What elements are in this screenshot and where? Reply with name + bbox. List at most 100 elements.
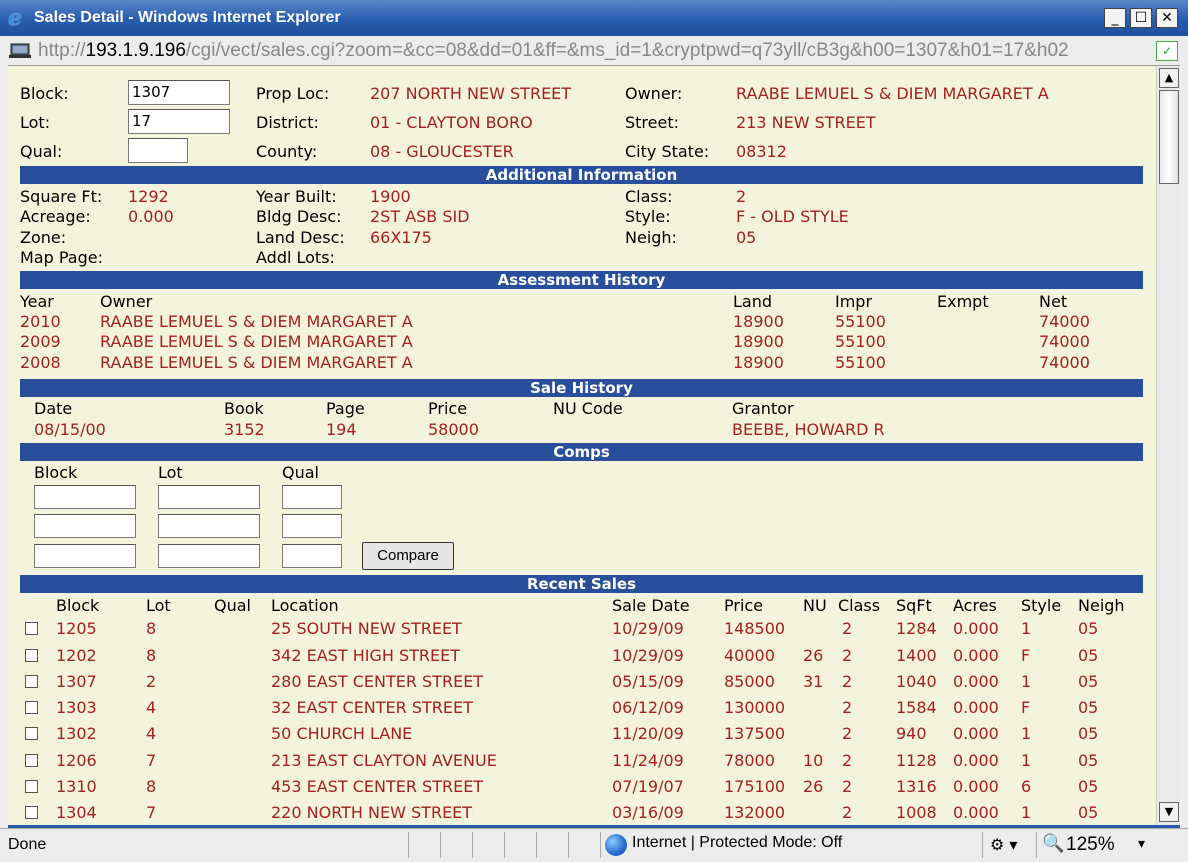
acreage-value: 0.000 [128, 207, 174, 226]
bldgdesc-value: 2ST ASB SID [370, 207, 470, 226]
neigh-value: 05 [736, 228, 757, 247]
recent-sale-saledate: 10/29/09 [612, 646, 684, 665]
rss-icon[interactable]: ✓ [1156, 41, 1178, 61]
recent-sale-price: 148500 [724, 619, 786, 638]
scroll-thumb[interactable] [1159, 90, 1179, 184]
district-label: District: [256, 113, 319, 132]
recent-sale-class: 2 [842, 777, 853, 796]
assessment-land: 18900 [733, 312, 784, 331]
comps-col-lot: Lot [158, 463, 183, 482]
neigh-label: Neigh: [625, 228, 677, 247]
recent-sale-location: 342 EAST HIGH STREET [271, 646, 460, 665]
recent-sale-lot: 2 [146, 672, 157, 691]
url-path: /cgi/vect/sales.cgi?zoom=&cc=08&dd=01&ff… [185, 40, 1069, 61]
maximize-button[interactable]: ☐ [1130, 8, 1152, 28]
scroll-down-arrow-icon[interactable]: ▼ [1159, 802, 1179, 822]
assessment-net: 74000 [1039, 353, 1090, 372]
recent-sale-checkbox[interactable] [25, 727, 38, 740]
status-text: Done [8, 836, 47, 853]
window-title: Sales Detail - Windows Internet Explorer [34, 9, 341, 26]
assessment-year: 2010 [20, 312, 61, 331]
comp-block-input[interactable] [34, 514, 136, 538]
vertical-scrollbar[interactable]: ▲ ▼ [1156, 66, 1180, 825]
citystate-label: City State: [625, 142, 710, 161]
zoom-dropdown-icon[interactable]: ▾ [1138, 836, 1145, 852]
proploc-label: Prop Loc: [256, 84, 330, 103]
popup-blocker-icon[interactable]: ⚙ ▾ [990, 835, 1017, 854]
recent-sale-nu: 26 [803, 646, 824, 665]
sale-grantor: BEEBE, HOWARD R [732, 420, 885, 439]
block-input[interactable]: 1307 [128, 80, 230, 105]
county-value: 08 - GLOUCESTER [370, 142, 514, 161]
compare-button[interactable]: Compare [362, 542, 454, 570]
recent-sale-checkbox[interactable] [25, 622, 38, 635]
recent-sale-class: 2 [842, 698, 853, 717]
assessment-net: 74000 [1039, 312, 1090, 331]
assessment-history-header: Assessment History [20, 271, 1143, 289]
recent-sale-neigh: 05 [1078, 777, 1099, 796]
comps-col-qual: Qual [282, 463, 319, 482]
sale-price: 58000 [428, 420, 479, 439]
comp-block-input[interactable] [34, 544, 136, 568]
recent-sale-price: 175100 [724, 777, 786, 796]
additional-info-header: Additional Information [20, 166, 1143, 184]
comp-lot-input[interactable] [158, 514, 260, 538]
address-bar: http://193.1.9.196/cgi/vect/sales.cgi?zo… [0, 36, 1188, 66]
comp-qual-input[interactable] [282, 514, 342, 538]
recent-sale-sqft: 1284 [896, 619, 937, 638]
recent-sale-neigh: 05 [1078, 646, 1099, 665]
comp-lot-input[interactable] [158, 544, 260, 568]
url-field[interactable]: http://193.1.9.196/cgi/vect/sales.cgi?zo… [38, 40, 1150, 62]
comp-block-input[interactable] [34, 485, 136, 509]
zoom-icon[interactable]: 🔍 [1042, 833, 1064, 854]
recent-sale-price: 78000 [724, 751, 775, 770]
recent-col-qual: Qual [214, 596, 251, 615]
acreage-label: Acreage: [20, 207, 91, 226]
comp-qual-input[interactable] [282, 544, 342, 568]
mappage-label: Map Page: [20, 248, 103, 267]
recent-sale-acres: 0.000 [953, 619, 999, 638]
recent-sale-nu: 26 [803, 777, 824, 796]
recent-sale-checkbox[interactable] [25, 754, 38, 767]
comp-lot-input[interactable] [158, 485, 260, 509]
recent-sale-sqft: 1008 [896, 803, 937, 822]
recent-sale-acres: 0.000 [953, 724, 999, 743]
qual-input[interactable] [128, 138, 188, 163]
recent-col-sqft: SqFt [896, 596, 932, 615]
recent-sale-neigh: 05 [1078, 724, 1099, 743]
assessment-col-land: Land [733, 292, 773, 311]
style-value: F - OLD STYLE [736, 207, 849, 226]
assessment-owner: RAABE LEMUEL S & DIEM MARGARET A [100, 353, 413, 372]
recent-sale-checkbox[interactable] [25, 649, 38, 662]
recent-sale-checkbox[interactable] [25, 675, 38, 688]
recent-col-price: Price [724, 596, 764, 615]
recent-sale-lot: 8 [146, 777, 157, 796]
zoom-level[interactable]: 125% [1066, 834, 1115, 856]
recent-sale-neigh: 05 [1078, 803, 1099, 822]
recent-sale-nu: 10 [803, 751, 824, 770]
recent-col-lot: Lot [146, 596, 171, 615]
recent-sale-checkbox[interactable] [25, 701, 38, 714]
recent-col-acres: Acres [953, 596, 997, 615]
yearbuilt-label: Year Built: [256, 187, 337, 206]
minimize-button[interactable]: _ [1104, 8, 1126, 28]
landdesc-value: 66X175 [370, 228, 432, 247]
recent-sale-lot: 8 [146, 619, 157, 638]
title-bar: e Sales Detail - Windows Internet Explor… [0, 0, 1188, 36]
lot-input[interactable]: 17 [128, 109, 230, 134]
recent-sale-checkbox[interactable] [25, 806, 38, 819]
sale-history-header: Sale History [20, 379, 1143, 397]
comp-qual-input[interactable] [282, 485, 342, 509]
security-zone[interactable]: Internet | Protected Mode: Off [632, 834, 842, 852]
recent-sale-style: 1 [1021, 619, 1032, 638]
url-prefix: http:// [38, 40, 86, 61]
recent-sale-class: 2 [842, 724, 853, 743]
scroll-up-arrow-icon[interactable]: ▲ [1159, 68, 1179, 88]
close-button[interactable]: ✕ [1156, 8, 1178, 28]
assessment-col-impr: Impr [835, 292, 873, 311]
assessment-owner: RAABE LEMUEL S & DIEM MARGARET A [100, 312, 413, 331]
recent-sale-checkbox[interactable] [25, 780, 38, 793]
block-label: Block: [20, 84, 69, 103]
sqft-label: Square Ft: [20, 187, 103, 206]
recent-sale-lot: 7 [146, 751, 157, 770]
